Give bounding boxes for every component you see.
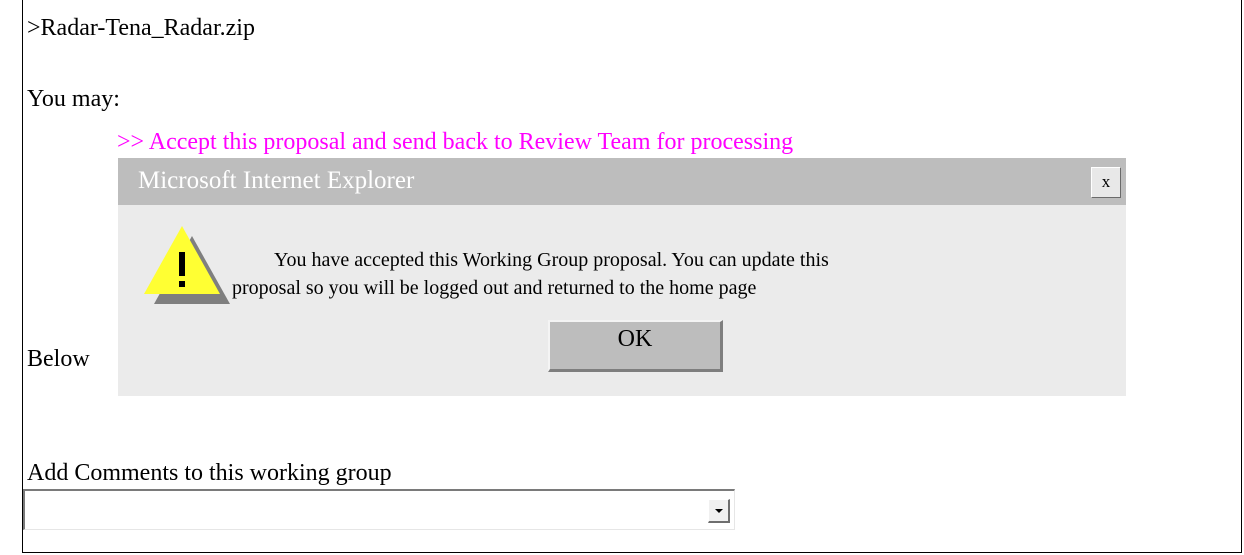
dialog-title: Microsoft Internet Explorer <box>138 167 415 194</box>
warning-icon <box>144 226 230 304</box>
ok-button[interactable]: OK <box>548 320 723 372</box>
options-heading: You may: <box>27 86 120 112</box>
warning-icon-dot <box>179 281 185 287</box>
close-button[interactable]: x <box>1091 167 1121 198</box>
warning-icon-bar <box>179 252 185 276</box>
alert-dialog: Microsoft Internet Explorer x You have a… <box>118 158 1126 396</box>
chevron-down-icon <box>715 509 723 513</box>
comments-select[interactable] <box>23 489 735 530</box>
file-name: >Radar-Tena_Radar.zip <box>27 15 255 41</box>
dialog-titlebar[interactable]: Microsoft Internet Explorer x <box>118 158 1126 205</box>
add-comments-label: Add Comments to this working group <box>27 460 392 486</box>
accept-proposal-link[interactable]: >> Accept this proposal and send back to… <box>117 128 793 156</box>
dialog-message-line2: proposal so you will be logged out and r… <box>232 277 757 299</box>
dialog-message-line1: You have accepted this Working Group pro… <box>274 249 829 271</box>
dropdown-button[interactable] <box>708 499 730 523</box>
below-label: Below <box>27 346 90 372</box>
dialog-message: You have accepted this Working Group pro… <box>232 246 829 302</box>
